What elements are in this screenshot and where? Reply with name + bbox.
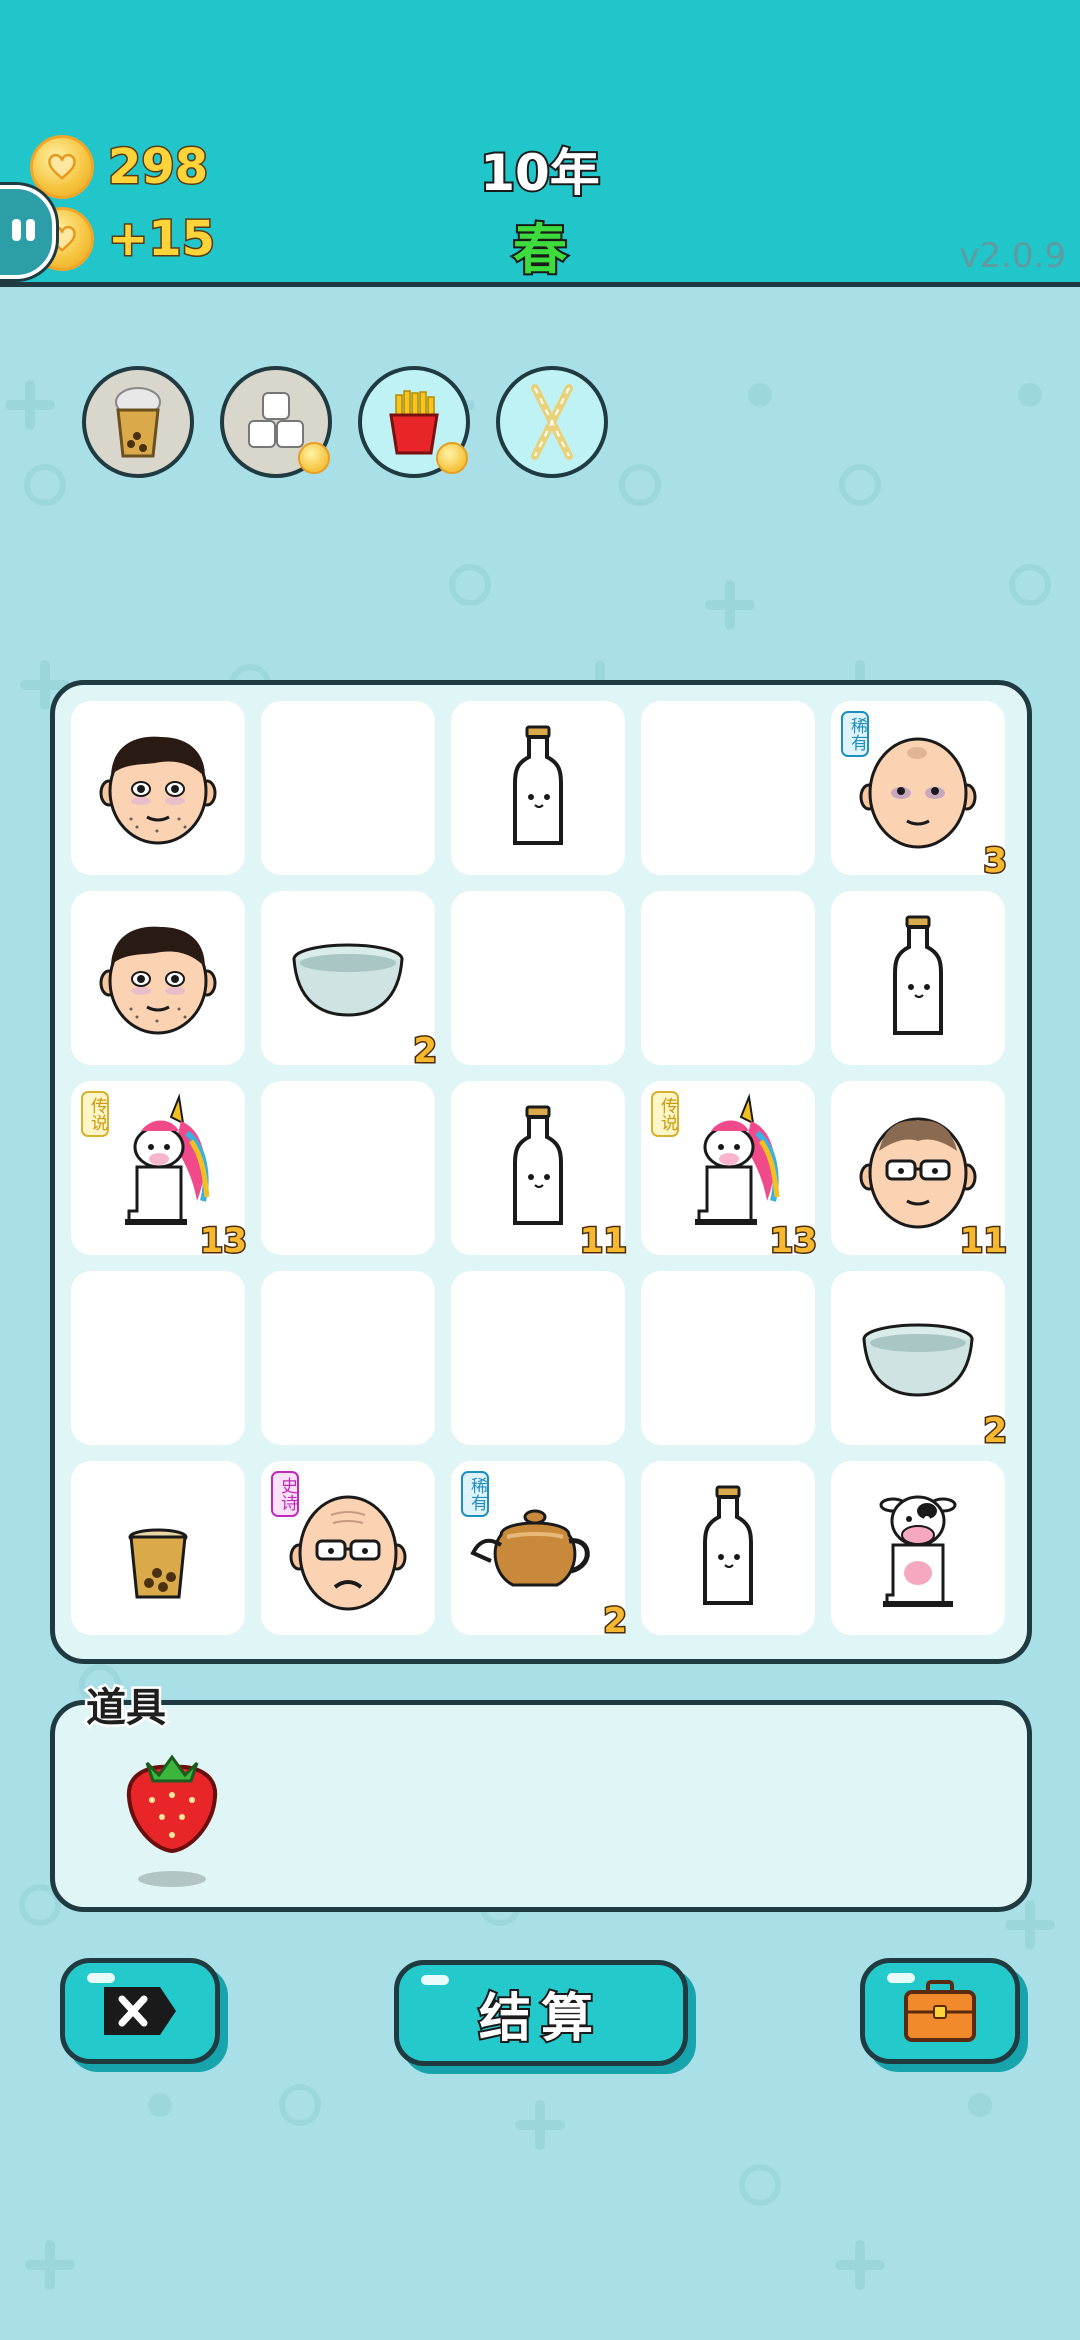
board-cell-man-face[interactable] (71, 891, 245, 1065)
board-cell-empty[interactable] (451, 1271, 625, 1445)
settle-button-label: 结算 (477, 1987, 603, 2051)
bubble-tea-cup-icon (71, 1461, 245, 1635)
buff-fries[interactable] (358, 366, 470, 478)
board-cell-empty[interactable] (641, 1271, 815, 1445)
rarity-badge: 传说 (81, 1091, 109, 1137)
item-count: 2 (982, 1410, 1009, 1453)
version-label: v2.0.9 (959, 236, 1066, 276)
board-cell-glasses-man[interactable]: 11 (831, 1081, 1009, 1263)
item-count: 11 (958, 1220, 1008, 1263)
board-cell-empty[interactable] (641, 891, 815, 1065)
strawberry-icon (126, 1754, 218, 1887)
item-count: 13 (198, 1220, 248, 1263)
bowl-icon (261, 891, 435, 1065)
buff-bubble-tea[interactable] (82, 366, 194, 478)
bubble-tea-icon (115, 387, 161, 458)
board-cell-bowl[interactable]: 2 (831, 1271, 1008, 1453)
top-bar: 298 +15 10年 春 v2.0.9 (0, 0, 1080, 287)
milk-bottle-icon (831, 891, 1005, 1065)
board-cell-empty[interactable] (71, 1271, 245, 1445)
year-label: 10年 (478, 142, 602, 204)
board-cell-milk-bottle[interactable] (641, 1461, 815, 1635)
board-cell-milk-bottle[interactable] (451, 701, 625, 875)
buff-sugar-cubes[interactable] (220, 366, 332, 478)
bowl-icon (831, 1271, 1005, 1445)
board-cell-old-man[interactable]: 史诗 (261, 1461, 435, 1635)
board-cell-bowl[interactable]: 2 (261, 891, 438, 1073)
settle-button[interactable]: 结算 (394, 1960, 688, 2066)
rarity-badge: 稀有 (461, 1471, 489, 1517)
item-count: 2 (412, 1030, 439, 1073)
man-face-icon (71, 701, 245, 875)
item-count: 13 (768, 1220, 818, 1263)
board-cell-empty[interactable] (261, 701, 435, 875)
income-counter: +15 (30, 206, 217, 272)
item-count: 3 (982, 840, 1009, 883)
board-cell-unicorn[interactable]: 传说 13 (71, 1081, 249, 1263)
rarity-badge: 稀有 (841, 711, 869, 757)
board-cell-bubble-tea-cup[interactable] (71, 1461, 245, 1635)
milk-bottle-icon (641, 1461, 815, 1635)
bag-button[interactable] (860, 1958, 1020, 2064)
board-cell-cow[interactable] (831, 1461, 1005, 1635)
board-cell-empty[interactable] (641, 701, 815, 875)
rarity-badge: 传说 (651, 1091, 679, 1137)
board-cell-teapot[interactable]: 稀有 2 (451, 1461, 628, 1643)
item-count: 11 (578, 1220, 628, 1263)
buff-row (82, 366, 608, 478)
rarity-badge: 史诗 (271, 1471, 299, 1517)
props-panel (50, 1700, 1032, 1912)
board-cell-empty[interactable] (451, 891, 625, 1065)
milk-bottle-icon (451, 701, 625, 875)
coin-icon (30, 135, 94, 199)
item-count: 2 (602, 1600, 629, 1643)
briefcase-icon (904, 1980, 976, 2042)
fries-icon (389, 390, 439, 455)
coin-icon (298, 442, 330, 474)
props-title: 道具 (84, 1683, 169, 1734)
straws-icon (531, 384, 573, 460)
coin-count: 298 (106, 138, 209, 197)
board-cell-empty[interactable] (261, 1081, 435, 1255)
sugar-cubes-icon (248, 392, 304, 448)
coin-icon (436, 442, 468, 474)
close-icon (104, 1987, 176, 2035)
board-cell-man-face[interactable] (71, 701, 245, 875)
man-face-icon (71, 891, 245, 1065)
board-cell-empty[interactable] (261, 1271, 435, 1445)
buff-straws[interactable] (496, 366, 608, 478)
coin-counter: 298 (30, 134, 210, 200)
slot-board: 稀有 3 2 传说 13 11 传说 13 11 2 史诗 稀有 2 (50, 680, 1032, 1664)
season-label: 春 (511, 216, 569, 283)
board-cell-milk-bottle[interactable]: 11 (451, 1081, 629, 1263)
cow-icon (831, 1461, 1005, 1635)
prop-strawberry[interactable] (117, 1745, 227, 1895)
exit-button[interactable] (60, 1958, 220, 2064)
income-per-turn: +15 (106, 210, 216, 269)
board-cell-milk-bottle[interactable] (831, 891, 1005, 1065)
board-cell-bald-man[interactable]: 稀有 3 (831, 701, 1008, 883)
board-cell-unicorn[interactable]: 传说 13 (641, 1081, 819, 1263)
